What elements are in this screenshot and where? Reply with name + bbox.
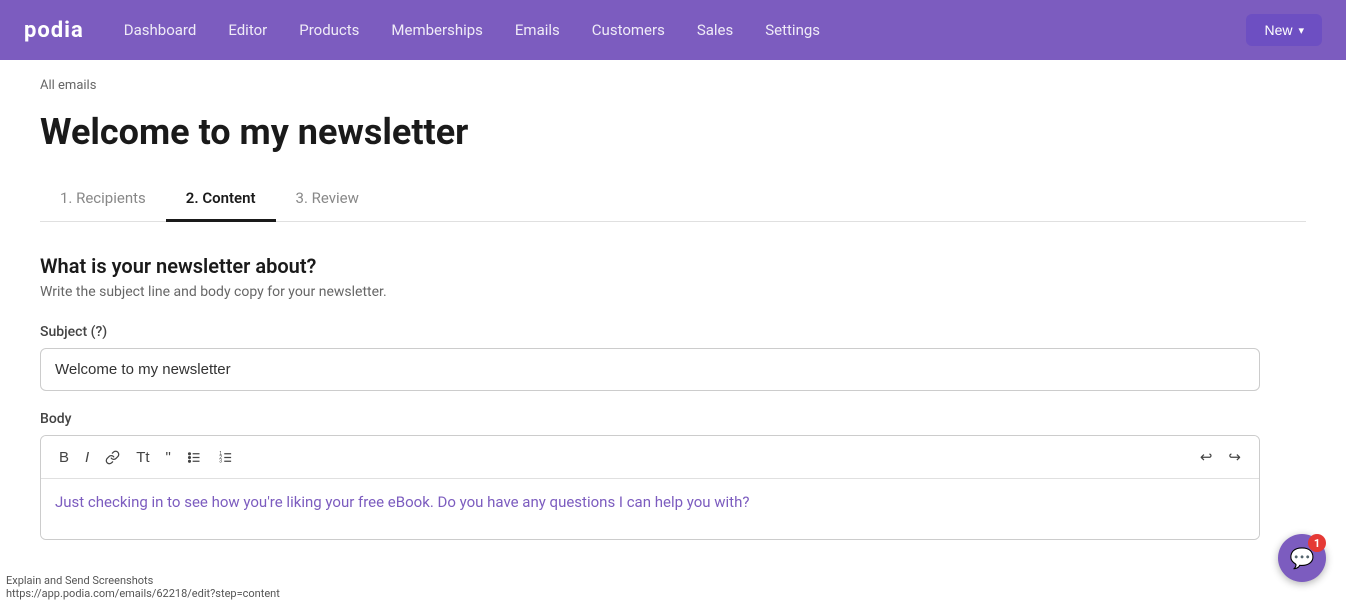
link-button[interactable] — [99, 446, 126, 469]
tabs: 1. Recipients 2. Content 3. Review — [40, 177, 1306, 222]
nav-sales[interactable]: Sales — [697, 21, 733, 39]
tab-review[interactable]: 3. Review — [276, 177, 379, 222]
content-area: What is your newsletter about? Write the… — [0, 222, 1300, 540]
subject-field-group: Subject (?) — [40, 324, 1260, 391]
page-title-area: Welcome to my newsletter — [0, 93, 1346, 153]
redo-button[interactable]: ↪ — [1222, 444, 1247, 470]
tabs-area: 1. Recipients 2. Content 3. Review — [0, 153, 1346, 222]
quote-button[interactable]: " — [160, 445, 177, 470]
nav-dashboard[interactable]: Dashboard — [124, 21, 197, 39]
text-style-button[interactable]: Tt — [130, 445, 155, 470]
body-field-group: Body B I Tt " 123 ↩ ↪ — [40, 411, 1260, 540]
toolbar-history: ↩ ↪ — [1194, 444, 1247, 470]
chat-badge: 1 — [1308, 534, 1326, 552]
body-text: Just checking in to see how you're likin… — [55, 493, 1245, 511]
breadcrumb: All emails — [0, 60, 1346, 93]
navbar: podia Dashboard Editor Products Membersh… — [0, 0, 1346, 60]
page-title: Welcome to my newsletter — [40, 111, 1306, 153]
nav-editor[interactable]: Editor — [228, 21, 267, 39]
nav-settings[interactable]: Settings — [765, 21, 820, 39]
nav-customers[interactable]: Customers — [592, 21, 665, 39]
new-button-label: New — [1264, 22, 1292, 38]
nav-emails[interactable]: Emails — [515, 21, 560, 39]
editor-toolbar: B I Tt " 123 ↩ ↪ — [41, 436, 1259, 479]
status-tooltip: Explain and Send Screenshots — [6, 574, 153, 587]
tab-recipients[interactable]: 1. Recipients — [40, 177, 166, 222]
body-editor: B I Tt " 123 ↩ ↪ Just — [40, 435, 1260, 540]
undo-button[interactable]: ↩ — [1194, 444, 1219, 470]
ordered-list-button[interactable]: 123 — [212, 446, 239, 469]
bold-button[interactable]: B — [53, 445, 75, 470]
status-url: https://app.podia.com/emails/62218/edit?… — [6, 587, 280, 600]
italic-button[interactable]: I — [79, 445, 95, 470]
section-description: Write the subject line and body copy for… — [40, 284, 1260, 300]
tab-content[interactable]: 2. Content — [166, 177, 276, 222]
editor-body[interactable]: Just checking in to see how you're likin… — [41, 479, 1259, 539]
new-button[interactable]: New ▾ — [1246, 14, 1322, 46]
breadcrumb-text[interactable]: All emails — [40, 78, 96, 93]
bullet-list-button[interactable] — [181, 446, 208, 469]
chevron-down-icon: ▾ — [1298, 24, 1304, 37]
chat-bubble[interactable]: 💬 1 — [1278, 534, 1326, 582]
subject-label: Subject (?) — [40, 324, 1260, 340]
nav-right: New ▾ — [1246, 14, 1322, 46]
section-heading: What is your newsletter about? — [40, 254, 1260, 278]
body-label: Body — [40, 411, 1260, 427]
nav-memberships[interactable]: Memberships — [391, 21, 482, 39]
logo: podia — [24, 18, 84, 43]
subject-input[interactable] — [40, 348, 1260, 391]
status-bar: Explain and Send Screenshots https://app… — [0, 572, 286, 602]
nav-links: Dashboard Editor Products Memberships Em… — [124, 21, 1247, 39]
svg-text:3: 3 — [219, 458, 222, 464]
nav-products[interactable]: Products — [299, 21, 359, 39]
